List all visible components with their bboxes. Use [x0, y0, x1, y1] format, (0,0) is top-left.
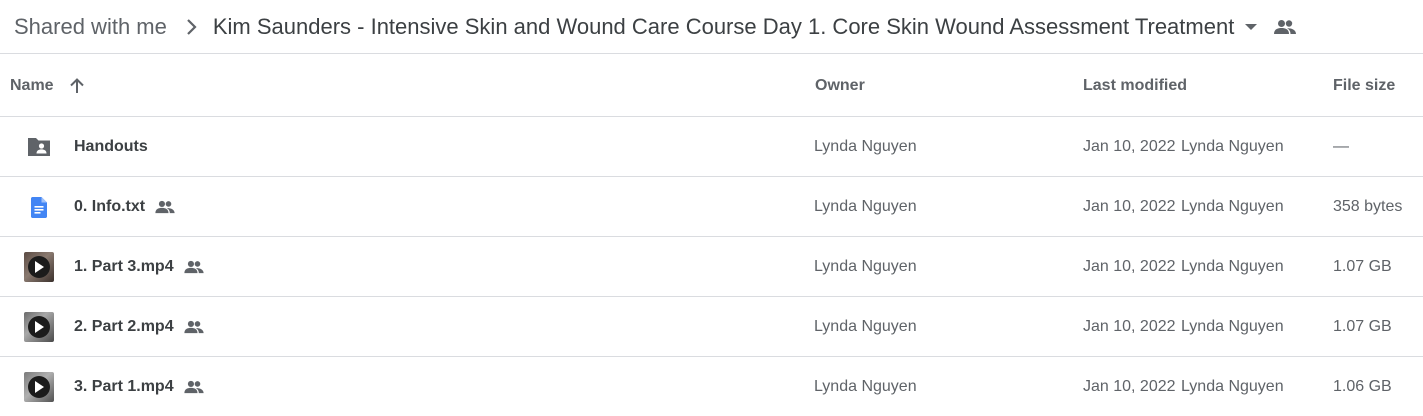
file-size: 1.06 GB: [1333, 378, 1392, 395]
file-owner: Lynda Nguyen: [814, 318, 917, 335]
video-thumbnail-icon: [24, 237, 54, 297]
shared-people-icon: [183, 320, 204, 334]
sort-arrow-up-icon[interactable]: [69, 78, 84, 94]
file-row[interactable]: 0. Info.txt Lynda Nguyen Jan 10, 2022 Ly…: [0, 177, 1423, 237]
file-name: 1. Part 3.mp4: [74, 237, 204, 297]
file-size: —: [1333, 138, 1349, 155]
file-row[interactable]: 1. Part 3.mp4 Lynda Nguyen Jan 10, 2022 …: [0, 237, 1423, 297]
shared-people-icon: [155, 200, 175, 214]
file-row[interactable]: 3. Part 1.mp4 Lynda Nguyen Jan 10, 2022 …: [0, 357, 1423, 416]
column-header-name[interactable]: Name: [10, 55, 84, 117]
file-name: 2. Part 2.mp4: [74, 297, 204, 357]
file-modified-by: Lynda Nguyen: [1181, 198, 1284, 215]
play-icon: [24, 372, 54, 402]
file-owner: Lynda Nguyen: [814, 378, 917, 395]
column-header-owner: Owner: [815, 77, 865, 94]
file-modified-by: Lynda Nguyen: [1181, 138, 1284, 155]
file-name-text: 2. Part 2.mp4: [74, 318, 174, 335]
breadcrumb-shared-with-me[interactable]: Shared with me: [14, 14, 167, 40]
file-owner: Lynda Nguyen: [814, 138, 917, 155]
file-owner: Lynda Nguyen: [814, 258, 917, 275]
file-modified-date: Jan 10, 2022: [1083, 198, 1176, 215]
dropdown-arrow-icon[interactable]: [1244, 23, 1258, 31]
file-size: 358 bytes: [1333, 198, 1403, 215]
file-size: 1.07 GB: [1333, 258, 1392, 275]
file-modified-by: Lynda Nguyen: [1181, 258, 1284, 275]
file-name-text: 0. Info.txt: [74, 198, 146, 215]
shared-people-icon: [1274, 19, 1297, 35]
shared-people-icon: [183, 260, 204, 274]
file-owner: Lynda Nguyen: [814, 198, 917, 215]
file-name-text: Handouts: [74, 138, 148, 155]
video-thumbnail-icon: [24, 297, 54, 357]
shared-people-icon: [183, 380, 204, 394]
file-modified-date: Jan 10, 2022: [1083, 258, 1176, 275]
column-header-row: Name Owner Last modified File size: [0, 55, 1423, 117]
file-name: 0. Info.txt: [74, 177, 175, 237]
breadcrumb: Shared with me Kim Saunders - Intensive …: [0, 0, 1423, 54]
chevron-right-icon: [185, 18, 197, 36]
file-modified-date: Jan 10, 2022: [1083, 378, 1176, 395]
file-name-text: 1. Part 3.mp4: [74, 258, 174, 275]
column-header-name-label: Name: [10, 77, 54, 94]
file-name-text: 3. Part 1.mp4: [74, 378, 174, 395]
breadcrumb-current-folder[interactable]: Kim Saunders - Intensive Skin and Wound …: [213, 14, 1234, 40]
column-header-last-modified[interactable]: Last modified: [1083, 55, 1187, 117]
file-row[interactable]: 2. Part 2.mp4 Lynda Nguyen Jan 10, 2022 …: [0, 297, 1423, 357]
file-modified-date: Jan 10, 2022: [1083, 138, 1176, 155]
column-header-file-size: File size: [1333, 77, 1396, 94]
file-modified-date: Jan 10, 2022: [1083, 318, 1176, 335]
play-icon: [24, 312, 54, 342]
video-thumbnail-icon: [24, 357, 54, 416]
file-row[interactable]: Handouts Lynda Nguyen Jan 10, 2022 Lynda…: [0, 117, 1423, 177]
file-size: 1.07 GB: [1333, 318, 1392, 335]
shared-folder-icon: [24, 117, 54, 177]
play-icon: [24, 252, 54, 282]
file-name: Handouts: [74, 117, 148, 177]
file-name: 3. Part 1.mp4: [74, 357, 204, 416]
google-docs-icon: [24, 177, 54, 237]
file-modified-by: Lynda Nguyen: [1181, 378, 1284, 395]
file-modified-by: Lynda Nguyen: [1181, 318, 1284, 335]
